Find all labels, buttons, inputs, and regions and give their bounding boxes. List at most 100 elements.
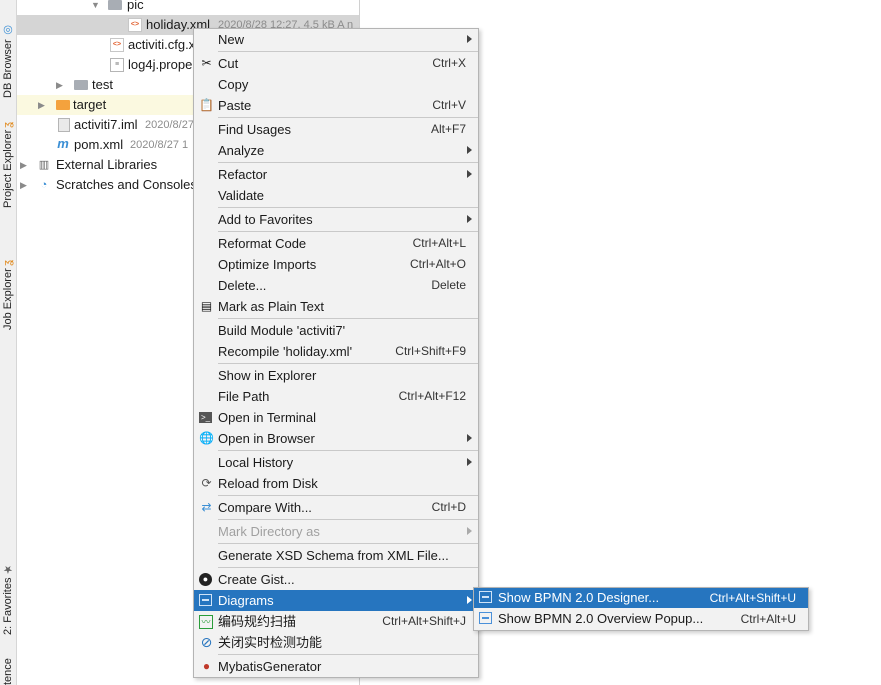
menu-item-label: Cut (218, 56, 239, 71)
menu-item-show-bpmn-overview[interactable]: Show BPMN 2.0 Overview Popup... Ctrl+Alt… (474, 609, 808, 629)
submenu-arrow-icon (467, 215, 472, 223)
menu-separator (218, 162, 478, 163)
menu-item-label: Show BPMN 2.0 Designer... (498, 590, 660, 605)
menu-item-shortcut: Ctrl+Alt+O (409, 257, 466, 271)
properties-file-icon: ≡ (110, 58, 124, 72)
menu-separator (218, 363, 478, 364)
menu-item-label: Reformat Code (218, 236, 307, 251)
tree-item-label: target (73, 97, 107, 112)
menu-item-analyze[interactable]: Analyze (194, 140, 478, 161)
menu-item-disable-realtime-check[interactable]: ⊘ 关闭实时检测功能 (194, 632, 478, 653)
menu-item-local-history[interactable]: Local History (194, 452, 478, 473)
tree-item-label: log4j.prope (128, 57, 193, 72)
bpmn-icon (479, 591, 492, 603)
db-browser-tab-label: DB Browser (2, 39, 14, 98)
menu-item-label: Add to Favorites (218, 212, 313, 227)
menu-item-cut[interactable]: ✂ Cut Ctrl+X (194, 53, 478, 74)
persistence-tab-label: tence (2, 658, 14, 685)
submenu-arrow-icon (467, 170, 472, 178)
menu-item-label: Refactor (218, 167, 268, 182)
tree-item-meta: 2020/8/27 1 (130, 139, 189, 151)
project-explorer-icon: ʓ (2, 122, 14, 128)
scissors-icon: ✂ (201, 56, 212, 70)
menu-item-compare-with[interactable]: ⇄ Compare With... Ctrl+D (194, 497, 478, 518)
menu-item-mark-directory-as[interactable]: Mark Directory as (194, 521, 478, 542)
tree-item-label: pic (127, 0, 144, 12)
tree-item-label: test (92, 77, 113, 92)
menu-item-label: Optimize Imports (218, 257, 317, 272)
menu-item-label: Delete... (218, 278, 267, 293)
menu-item-new[interactable]: New (194, 29, 478, 50)
menu-item-label: Show BPMN 2.0 Overview Popup... (498, 611, 704, 626)
scratches-icon: ◔ (40, 179, 48, 191)
menu-item-copy[interactable]: Copy (194, 74, 478, 95)
compare-icon: ⇄ (201, 500, 212, 514)
menu-separator (218, 567, 478, 568)
menu-item-label: Find Usages (218, 122, 291, 137)
menu-item-label: Validate (218, 188, 265, 203)
chevron-right-icon[interactable]: ▶ (56, 75, 63, 95)
menu-separator (218, 519, 478, 520)
chevron-down-icon[interactable]: ▼ (91, 0, 100, 15)
menu-item-mark-as-plain-text[interactable]: ▤ Mark as Plain Text (194, 296, 478, 317)
menu-item-show-bpmn-designer[interactable]: Show BPMN 2.0 Designer... Ctrl+Alt+Shift… (474, 588, 808, 608)
menu-item-open-in-browser[interactable]: 🌐 Open in Browser (194, 428, 478, 449)
menu-item-mybatis-generator[interactable]: ● MybatisGenerator (194, 656, 478, 677)
chevron-right-icon[interactable]: ▶ (20, 155, 27, 175)
menu-item-paste[interactable]: 📋 Paste Ctrl+V (194, 95, 478, 116)
tab-favorites[interactable]: 2: Favorites ★ (0, 555, 16, 635)
tab-persistence[interactable]: tence (0, 650, 16, 685)
menu-separator (218, 117, 478, 118)
tab-job-explorer[interactable]: Job Explorer ʓ (0, 246, 16, 330)
menu-item-label: Show in Explorer (218, 368, 317, 383)
job-explorer-icon: ʓ (2, 260, 14, 267)
menu-item-build-module[interactable]: Build Module 'activiti7' (194, 320, 478, 341)
libraries-icon: ▥ (38, 159, 50, 171)
menu-item-code-scan[interactable]: 〰 编码规约扫描 Ctrl+Alt+Shift+J (194, 611, 478, 632)
menu-item-label: Recompile 'holiday.xml' (218, 344, 353, 359)
tree-item-pic[interactable]: ▼ pic (17, 0, 359, 15)
db-browser-icon: ◎ (2, 24, 15, 38)
menu-item-create-gist[interactable]: ● Create Gist... (194, 569, 478, 590)
job-explorer-tab-label: Job Explorer (2, 268, 14, 330)
submenu-arrow-icon (467, 146, 472, 154)
chevron-right-icon[interactable]: ▶ (20, 175, 27, 195)
menu-item-delete[interactable]: Delete... Delete (194, 275, 478, 296)
menu-item-generate-xsd[interactable]: Generate XSD Schema from XML File... (194, 545, 478, 566)
tree-item-label: Scratches and Consoles (56, 177, 197, 192)
tree-item-label: activiti7.iml (74, 117, 138, 132)
star-icon: ★ (2, 562, 15, 576)
tree-item-label: activiti.cfg.x (128, 37, 196, 52)
menu-item-refactor[interactable]: Refactor (194, 164, 478, 185)
menu-item-add-to-favorites[interactable]: Add to Favorites (194, 209, 478, 230)
menu-item-label: Open in Browser (218, 431, 315, 446)
menu-item-find-usages[interactable]: Find Usages Alt+F7 (194, 119, 478, 140)
submenu-arrow-icon (467, 434, 472, 442)
tool-window-strip: DB Browser ◎ Project Explorer ʓ Job Expl… (0, 0, 17, 685)
terminal-icon: >_ (199, 412, 212, 423)
chevron-right-icon[interactable]: ▶ (38, 95, 45, 115)
menu-item-label: MybatisGenerator (218, 659, 322, 674)
tab-project-explorer[interactable]: Project Explorer ʓ (0, 122, 16, 208)
menu-item-label: Local History (218, 455, 294, 470)
tab-db-browser[interactable]: DB Browser ◎ (0, 18, 16, 98)
menu-item-shortcut: Ctrl+Alt+L (412, 236, 466, 250)
menu-item-reload-from-disk[interactable]: ⟳ Reload from Disk (194, 473, 478, 494)
menu-item-shortcut: Ctrl+X (432, 56, 466, 70)
menu-separator (218, 654, 478, 655)
bpmn-icon (479, 612, 492, 624)
menu-item-reformat-code[interactable]: Reformat Code Ctrl+Alt+L (194, 233, 478, 254)
reload-icon: ⟳ (201, 476, 212, 490)
tree-item-meta: 2020/8/27 (145, 119, 194, 131)
menu-item-label: Paste (218, 98, 252, 113)
menu-item-label: Create Gist... (218, 572, 295, 587)
menu-item-show-in-explorer[interactable]: Show in Explorer (194, 365, 478, 386)
github-icon: ● (199, 573, 212, 586)
xml-file-icon: <> (128, 18, 142, 32)
menu-item-file-path[interactable]: File Path Ctrl+Alt+F12 (194, 386, 478, 407)
menu-item-open-in-terminal[interactable]: >_ Open in Terminal (194, 407, 478, 428)
menu-item-optimize-imports[interactable]: Optimize Imports Ctrl+Alt+O (194, 254, 478, 275)
menu-item-diagrams[interactable]: Diagrams (194, 590, 478, 611)
menu-item-validate[interactable]: Validate (194, 185, 478, 206)
menu-item-recompile[interactable]: Recompile 'holiday.xml' Ctrl+Shift+F9 (194, 341, 478, 362)
